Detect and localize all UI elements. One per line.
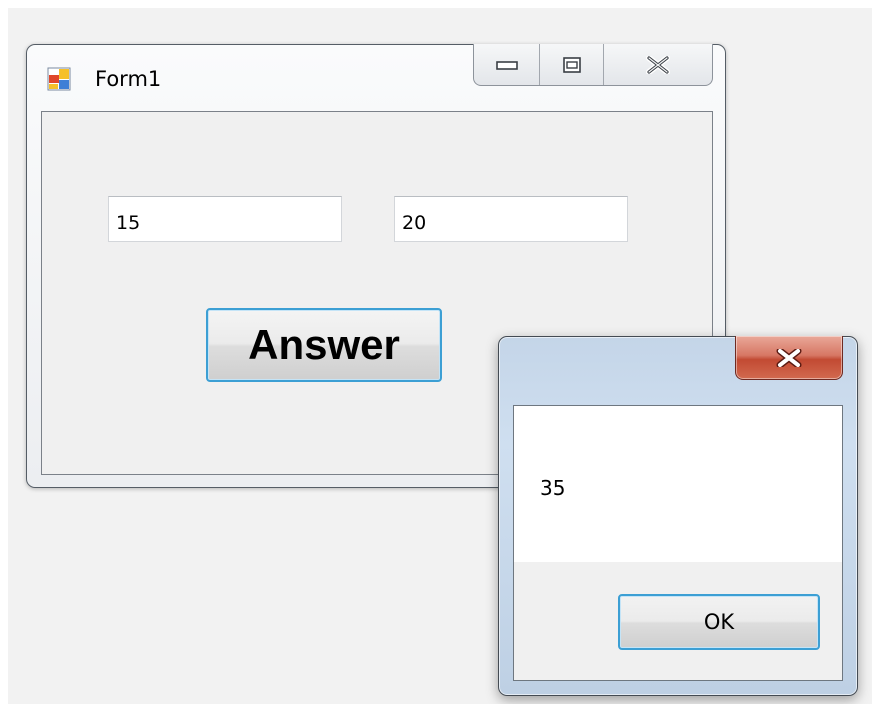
restore-icon	[562, 56, 581, 73]
ok-button[interactable]: OK	[618, 594, 820, 650]
message-box-body: 35	[514, 406, 842, 562]
form1-titlebar[interactable]: Form1	[27, 44, 725, 111]
first-number-input[interactable]	[108, 196, 342, 242]
minimize-icon	[495, 60, 518, 70]
message-box-close-button[interactable]	[735, 336, 843, 380]
close-icon	[646, 55, 670, 74]
message-text: 35	[540, 476, 566, 500]
minimize-button[interactable]	[474, 44, 540, 85]
message-box-window: 35 OK	[498, 336, 858, 696]
close-icon	[776, 348, 802, 367]
close-button[interactable]	[604, 44, 712, 85]
window-title: Form1	[95, 67, 162, 91]
answer-button[interactable]: Answer	[206, 308, 442, 382]
caption-buttons	[473, 44, 713, 86]
message-box-client-area: 35 OK	[513, 405, 843, 681]
restore-button[interactable]	[540, 44, 604, 85]
app-form-icon	[47, 67, 71, 91]
second-number-input[interactable]	[394, 196, 628, 242]
